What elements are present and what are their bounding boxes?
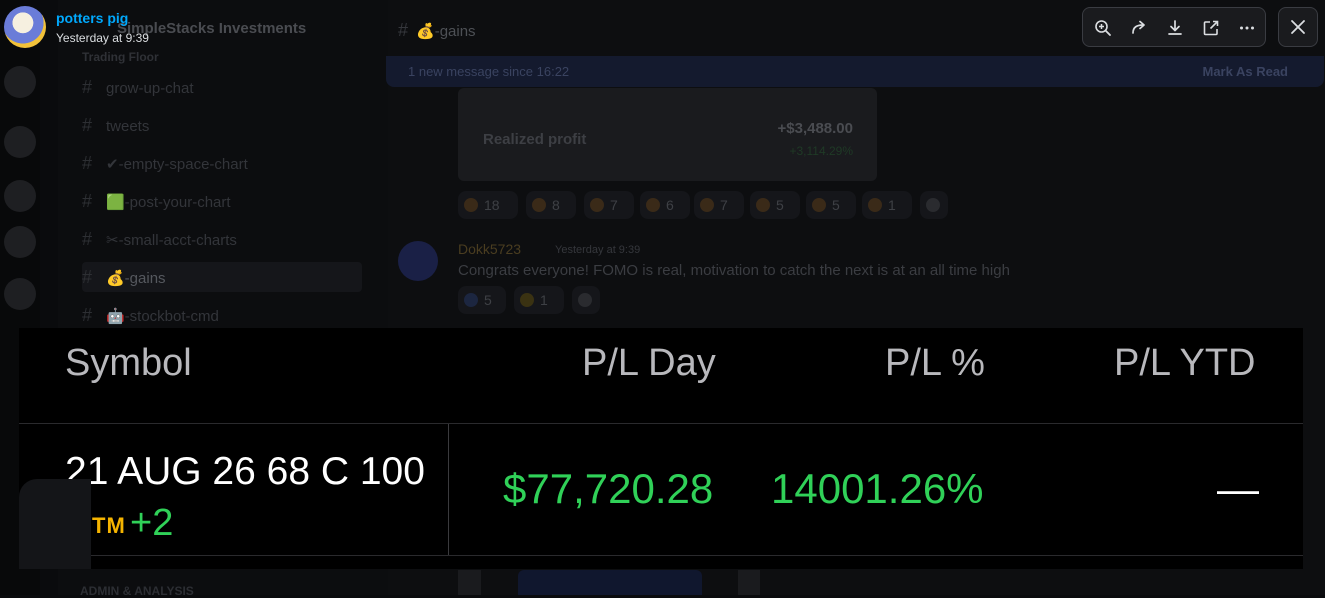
server-icon[interactable] [4,180,36,212]
close-icon [1291,20,1305,34]
channel-label: 💰-gains [106,270,166,287]
close-button[interactable] [1278,7,1318,47]
emoji-icon [520,293,534,307]
reaction-chip[interactable]: 5 [750,191,800,219]
channel-label: grow-up-chat [106,80,194,97]
attachment-thumb[interactable] [518,570,702,595]
expanded-image[interactable]: Symbol P/L Day P/L % P/L YTD 21 AUG 26 6… [19,328,1303,569]
emoji-icon [532,198,546,212]
new-messages-bar[interactable]: 1 new message since 16:22 Mark As Read [386,56,1324,87]
reaction-chip[interactable]: 8 [526,191,576,219]
row-pl-day: $77,720.28 [503,465,714,512]
channel-label: tweets [106,118,150,135]
channel-item[interactable]: # grow-up-chat [82,72,362,102]
row-pl-ytd: — [1217,465,1259,512]
channel-item[interactable]: # 🟩-post-your-chart [82,186,362,216]
smile-icon [578,293,592,307]
embed-percent: +3,114.29% [789,144,854,158]
reaction-chip[interactable]: 7 [694,191,744,219]
header-pl-ytd: P/L YTD [1114,342,1256,384]
server-icon[interactable] [4,278,36,310]
hash-icon: # [82,267,93,287]
emoji-icon [756,198,770,212]
reaction-chip[interactable]: 18 [458,191,518,219]
emoji-icon [812,198,826,212]
uploader-avatar[interactable] [4,6,46,48]
channel-label: 🤖-stockbot-cmd [106,308,219,325]
header-symbol: Symbol [65,342,192,384]
hash-icon: # [82,115,93,135]
emoji-icon [700,198,714,212]
hash-icon: # [82,305,93,325]
message-avatar[interactable] [398,241,438,281]
attachment-thumb[interactable] [458,570,481,595]
hash-icon: # [82,77,93,97]
hash-icon: # [82,153,93,173]
embed-label: Realized profit [483,131,587,148]
message-author[interactable]: Dokk5723 [458,241,521,257]
channel-item[interactable]: # tweets [82,110,362,140]
server-icon[interactable] [4,66,36,98]
server-icon[interactable] [4,226,36,258]
reaction-chip[interactable]: 7 [584,191,634,219]
forward-icon [1132,20,1145,34]
channel-item[interactable]: # ✔-empty-space-chart [82,148,362,178]
reaction-chip[interactable]: 1 [862,191,912,219]
emoji-icon [464,293,478,307]
mark-as-read-button[interactable]: Mark As Read [1203,64,1289,79]
channel-item[interactable]: # ✂-small-acct-charts [82,224,362,254]
header-divider [19,423,1303,424]
open-external-icon [1203,20,1219,36]
emoji-icon [590,198,604,212]
message-time: Yesterday at 9:39 [555,244,641,256]
channel-item-active[interactable]: # 💰-gains [82,262,362,292]
hash-icon: # [82,191,93,211]
row-more-count: +2 [130,502,174,544]
category-label[interactable]: ADMIN & ANALYSIS [80,584,194,598]
column-divider [448,424,449,555]
smile-icon [926,198,940,212]
header-pl-pct: P/L % [885,342,985,384]
zoom-in-button[interactable] [1092,17,1114,39]
media-toolbar [1082,7,1266,47]
channel-label: ✂-small-acct-charts [106,232,237,249]
emoji-icon [646,198,660,212]
upload-time: Yesterday at 9:39 [56,31,149,45]
channel-item[interactable]: # 🤖-stockbot-cmd [82,300,362,330]
server-icon[interactable] [4,126,36,158]
row-badge: TM [92,513,126,538]
row-divider [19,555,1303,556]
hash-icon: # [398,20,409,40]
open-external-button[interactable] [1200,17,1222,39]
reaction-chip[interactable]: 1 [514,286,564,314]
add-reaction-button[interactable] [572,286,600,314]
reaction-chip[interactable]: 6 [640,191,690,219]
more-icon [1240,26,1254,30]
download-icon [1168,20,1182,35]
emoji-icon [464,198,478,212]
reaction-chip[interactable]: 5 [806,191,856,219]
row-symbol: 21 AUG 26 68 C 100 [65,450,425,493]
hash-icon: # [82,229,93,249]
more-button[interactable] [1236,17,1258,39]
new-messages-text: 1 new message since 16:22 [408,64,570,79]
emoji-icon [868,198,882,212]
download-button[interactable] [1164,17,1186,39]
add-reaction-button[interactable] [920,191,948,219]
category-label[interactable]: Trading Floor [82,50,159,64]
forward-button[interactable] [1128,17,1150,39]
message-text: Congrats everyone! FOMO is real, motivat… [458,262,1010,279]
zoom-in-icon [1095,20,1111,36]
image-corner-overlay [19,479,91,569]
embed-value: +$3,488.00 [777,120,854,137]
row-pl-pct: 14001.26% [771,465,984,512]
header-pl-day: P/L Day [582,342,716,384]
uploader-name[interactable]: potters pig [56,10,128,26]
channel-label: 🟩-post-your-chart [106,194,231,211]
attachment-thumb[interactable] [738,570,760,595]
reaction-chip[interactable]: 5 [458,286,506,314]
channel-title: # 💰-gains [398,20,476,40]
channel-label: ✔-empty-space-chart [106,156,248,173]
message-embed: Realized profit +$3,488.00 +3,114.29% [458,88,877,181]
